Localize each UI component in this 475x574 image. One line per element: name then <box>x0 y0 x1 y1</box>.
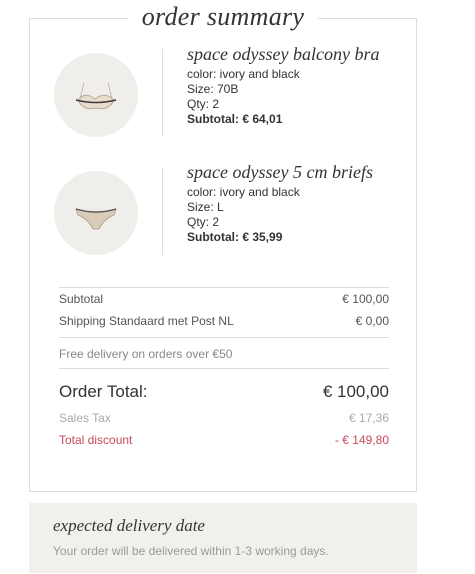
delivery-text: Your order will be delivered within 1-3 … <box>53 544 329 558</box>
discount-value: - € 149,80 <box>334 433 389 447</box>
order-summary-heading: order summary <box>30 0 416 35</box>
item-color: color: ivory and black <box>187 185 300 199</box>
item-details: space odyssey balcony bra color: ivory a… <box>187 43 415 127</box>
cart-item: space odyssey 5 cm briefs color: ivory a… <box>30 161 418 271</box>
item-name[interactable]: space odyssey balcony bra <box>187 43 415 65</box>
item-size: Size: L <box>187 200 224 214</box>
subtotal-value: € 100,00 <box>342 292 389 306</box>
free-delivery-note: Free delivery on orders over €50 <box>59 340 389 368</box>
item-size: Size: 70B <box>187 82 239 96</box>
order-total-row: Order Total: € 100,00 <box>59 377 389 407</box>
order-summary-panel: order summary space odyssey balcony bra … <box>29 2 418 492</box>
item-subtotal: Subtotal: € 64,01 <box>187 112 283 126</box>
product-thumbnail[interactable] <box>54 53 138 137</box>
item-name[interactable]: space odyssey 5 cm briefs <box>187 161 415 183</box>
sales-tax-label: Sales Tax <box>59 411 111 425</box>
discount-label: Total discount <box>59 433 133 447</box>
free-delivery-text: Free delivery on orders over €50 <box>59 347 233 361</box>
shipping-value: € 0,00 <box>355 314 389 328</box>
subtotal-label: Subtotal <box>59 292 104 306</box>
shipping-label: Shipping Standaard met Post NL <box>59 314 234 328</box>
divider <box>59 368 389 369</box>
discount-row: Total discount - € 149,80 <box>59 429 389 451</box>
order-total-value: € 100,00 <box>322 382 389 401</box>
sales-tax-row: Sales Tax € 17,36 <box>59 407 389 429</box>
totals-section: Subtotal € 100,00 Shipping Standaard met… <box>59 287 389 451</box>
shipping-row: Shipping Standaard met Post NL € 0,00 <box>59 310 389 332</box>
divider <box>59 337 389 338</box>
item-divider <box>162 167 163 255</box>
product-thumbnail[interactable] <box>54 171 138 255</box>
delivery-title: expected delivery date <box>53 516 205 535</box>
item-details: space odyssey 5 cm briefs color: ivory a… <box>187 161 415 245</box>
subtotal-row: Subtotal € 100,00 <box>59 288 389 310</box>
item-qty: Qty: 2 <box>187 215 220 229</box>
sales-tax-value: € 17,36 <box>348 411 389 425</box>
order-summary-title: order summary <box>127 2 319 31</box>
bra-icon <box>75 82 117 110</box>
item-qty: Qty: 2 <box>187 97 220 111</box>
briefs-icon <box>75 208 117 230</box>
item-color: color: ivory and black <box>187 67 300 81</box>
order-total-label: Order Total: <box>59 382 148 401</box>
delivery-info-panel: expected delivery date Your order will b… <box>29 503 417 573</box>
item-divider <box>162 49 163 137</box>
cart-item: space odyssey balcony bra color: ivory a… <box>30 43 418 153</box>
item-subtotal: Subtotal: € 35,99 <box>187 230 283 244</box>
